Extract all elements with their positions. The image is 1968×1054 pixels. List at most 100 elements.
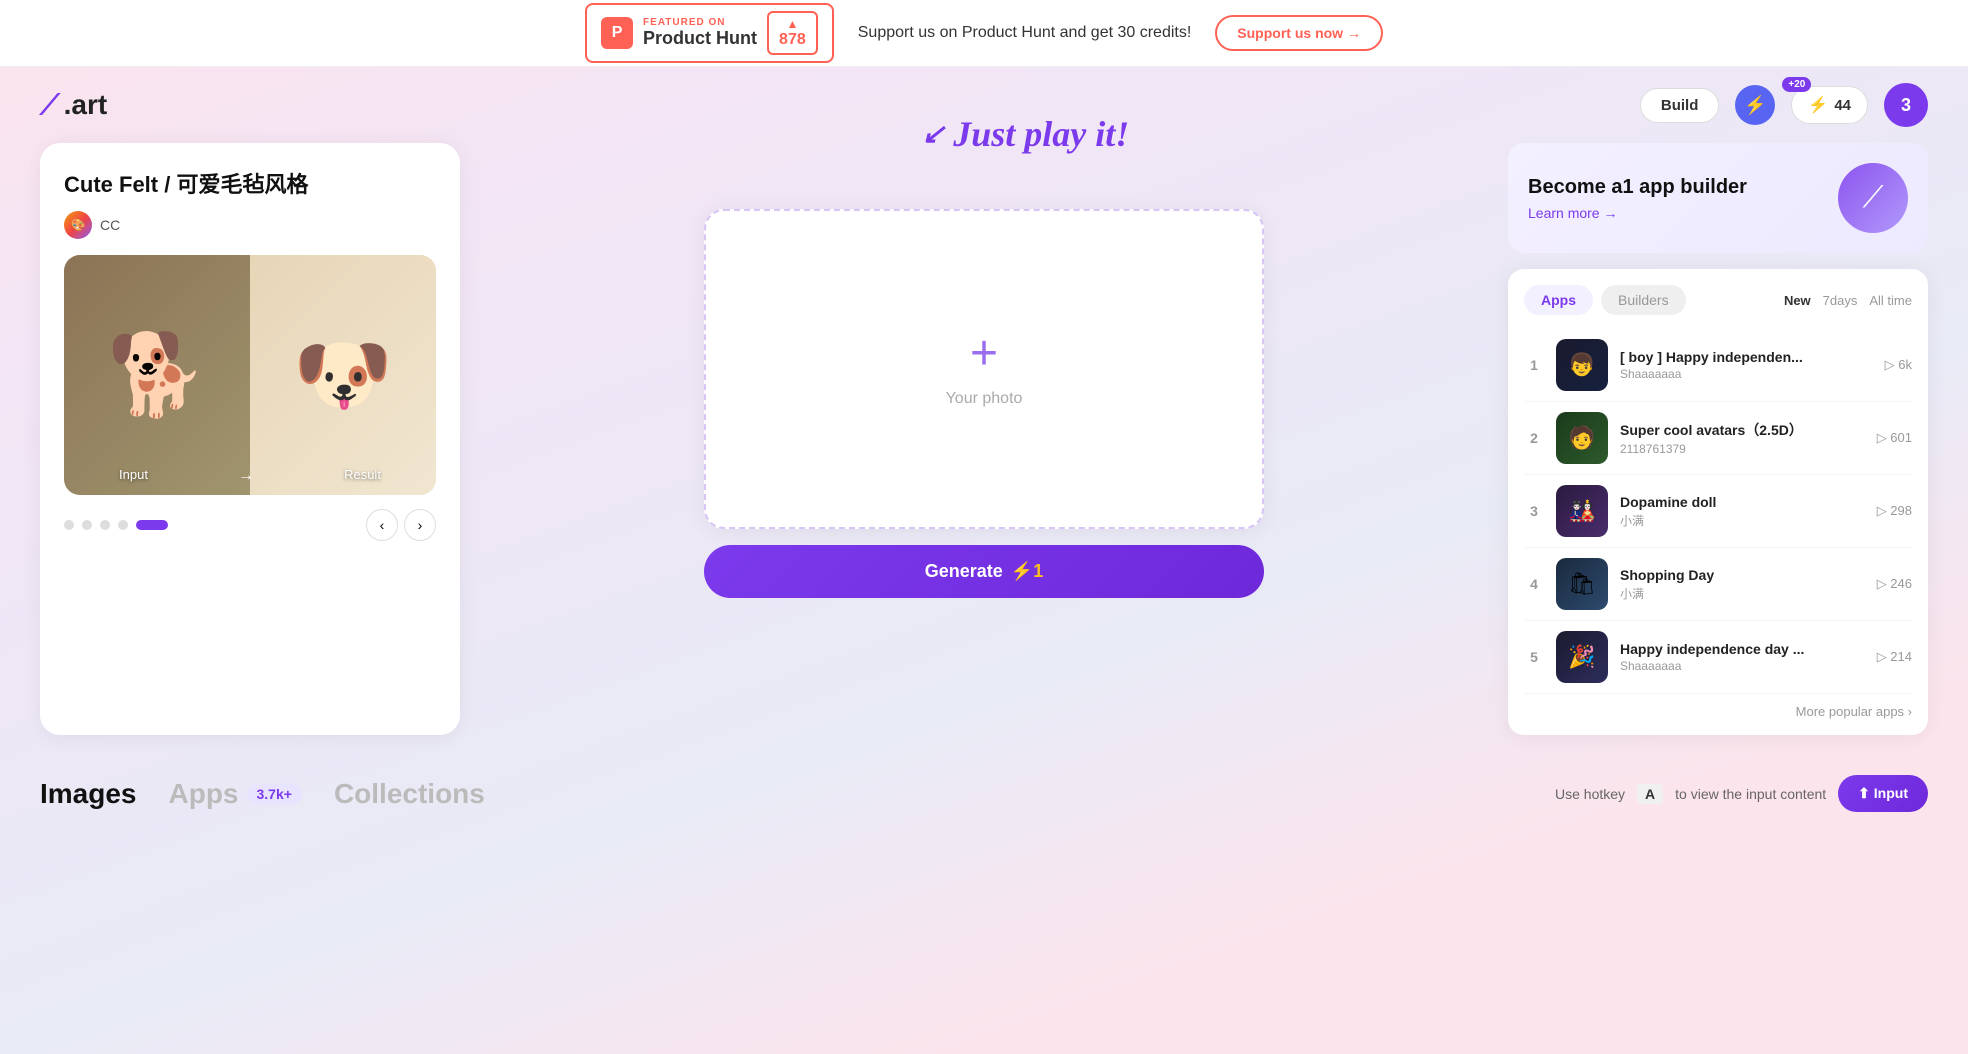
- time-group: New 7days All time: [1784, 293, 1912, 308]
- main-content: Cute Felt / 可爱毛毡风格 🎨 CC 🐕 🐶 Input → Resu…: [0, 143, 1968, 755]
- input-label: Input: [119, 467, 148, 485]
- banner-description: Support us on Product Hunt and get 30 cr…: [858, 24, 1192, 42]
- author-avatar: 🎨: [64, 211, 92, 239]
- tab-apps-bottom[interactable]: Apps 3.7k+: [169, 778, 302, 810]
- author-row: 🎨 CC: [64, 211, 436, 239]
- item-plays-5: ▷ 214: [1877, 649, 1912, 665]
- thumb-1: 👦: [1556, 339, 1608, 391]
- more-apps-link[interactable]: More popular apps ›: [1524, 694, 1912, 719]
- tab-group: Apps Builders: [1524, 285, 1686, 315]
- result-label: Result: [344, 467, 381, 485]
- credits-count: 44: [1834, 97, 1851, 114]
- avatar-button[interactable]: 3: [1884, 83, 1928, 127]
- support-now-button[interactable]: Support us now →: [1215, 15, 1383, 51]
- rank-4: 4: [1524, 576, 1544, 592]
- ph-logo-icon: P: [601, 17, 633, 49]
- leaderboard: Apps Builders New 7days All time 1 👦 [ b…: [1508, 269, 1928, 735]
- upload-area[interactable]: + Your photo: [704, 209, 1264, 529]
- ph-upvote-box: ▲ 878: [767, 11, 818, 55]
- header-right: Build ⚡ +20 ⚡ 44 3: [1640, 83, 1928, 127]
- generate-button[interactable]: Generate ⚡1: [704, 545, 1264, 598]
- item-name-1: [ boy ] Happy independen...: [1620, 349, 1873, 365]
- item-info-3: Dopamine doll 小满: [1620, 494, 1865, 529]
- item-plays-3: ▷ 298: [1877, 503, 1912, 519]
- logo-text: .art: [64, 89, 108, 121]
- tab-builders[interactable]: Builders: [1601, 285, 1686, 315]
- promo-icon: ⟋: [1838, 163, 1908, 233]
- generate-cost: ⚡1: [1011, 561, 1043, 582]
- preview-result: 🐶: [250, 255, 436, 495]
- bottom-right: Use hotkey A to view the input content ⬆…: [1555, 775, 1928, 812]
- thumb-3: 🎎: [1556, 485, 1608, 537]
- dot-2[interactable]: [82, 520, 92, 530]
- bottom-tabs: Images Apps 3.7k+ Collections Use hotkey…: [40, 775, 1928, 812]
- app-title: Cute Felt / 可爱毛毡风格: [64, 167, 436, 199]
- item-info-4: Shopping Day 小满: [1620, 567, 1865, 602]
- product-hunt-badge[interactable]: P FEATURED ON Product Hunt ▲ 878: [585, 3, 834, 63]
- rank-3: 3: [1524, 503, 1544, 519]
- item-name-4: Shopping Day: [1620, 567, 1865, 583]
- discord-button[interactable]: ⚡: [1735, 85, 1775, 125]
- leaderboard-item-5[interactable]: 5 🎉 Happy independence day ... Shaaaaaaa…: [1524, 621, 1912, 694]
- carousel-nav: ‹ ›: [366, 509, 436, 541]
- leaderboard-header: Apps Builders New 7days All time: [1524, 285, 1912, 315]
- item-plays-1: ▷ 6k: [1885, 357, 1912, 373]
- hotkey-prefix: Use hotkey: [1555, 786, 1625, 802]
- leaderboard-item-2[interactable]: 2 🧑 Super cool avatars（2.5D） 2118761379 …: [1524, 402, 1912, 475]
- item-plays-4: ▷ 246: [1877, 576, 1912, 592]
- preview-input: 🐕: [64, 255, 250, 495]
- leaderboard-item-4[interactable]: 4 🛍 Shopping Day 小满 ▷ 246: [1524, 548, 1912, 621]
- credits-button[interactable]: +20 ⚡ 44: [1791, 86, 1868, 124]
- bottom-section: Images Apps 3.7k+ Collections Use hotkey…: [0, 755, 1968, 812]
- rank-5: 5: [1524, 649, 1544, 665]
- ph-featured-label: FEATURED ON: [643, 17, 757, 28]
- author-name: CC: [100, 217, 120, 233]
- thumb-5: 🎉: [1556, 631, 1608, 683]
- item-author-3: 小满: [1620, 512, 1865, 529]
- discord-icon: ⚡: [1744, 95, 1766, 116]
- dot-3[interactable]: [100, 520, 110, 530]
- leaderboard-item[interactable]: 1 👦 [ boy ] Happy independen... Shaaaaaa…: [1524, 329, 1912, 402]
- item-author-1: Shaaaaaaa: [1620, 367, 1873, 381]
- time-7days[interactable]: 7days: [1823, 293, 1858, 308]
- hotkey-suffix: to view the input content: [1675, 786, 1826, 802]
- item-info-2: Super cool avatars（2.5D） 2118761379: [1620, 420, 1865, 456]
- left-panel: Cute Felt / 可爱毛毡风格 🎨 CC 🐕 🐶 Input → Resu…: [40, 143, 460, 735]
- dot-4[interactable]: [118, 520, 128, 530]
- just-play-label: ↙ Just play it!: [922, 113, 1130, 155]
- input-button[interactable]: ⬆ Input: [1838, 775, 1928, 812]
- ph-count: 878: [779, 31, 806, 49]
- item-plays-2: ▷ 601: [1877, 430, 1912, 446]
- center-panel: ↙ Just play it! + Your photo Generate ⚡1: [484, 143, 1484, 735]
- rank-2: 2: [1524, 430, 1544, 446]
- just-play-text: Just play it!: [953, 113, 1129, 155]
- tab-apps[interactable]: Apps: [1524, 285, 1593, 315]
- dot-1[interactable]: [64, 520, 74, 530]
- leaderboard-item-3[interactable]: 3 🎎 Dopamine doll 小满 ▷ 298: [1524, 475, 1912, 548]
- upload-text: Your photo: [946, 390, 1023, 408]
- logo-icon: ⟋: [40, 89, 60, 122]
- tab-collections[interactable]: Collections: [334, 778, 485, 810]
- time-all[interactable]: All time: [1869, 293, 1912, 308]
- item-info-1: [ boy ] Happy independen... Shaaaaaaa: [1620, 349, 1873, 381]
- carousel-next[interactable]: ›: [404, 509, 436, 541]
- arrow-deco: ↙: [922, 117, 945, 151]
- build-button[interactable]: Build: [1640, 88, 1720, 123]
- ph-name-label: Product Hunt: [643, 28, 757, 49]
- item-author-4: 小满: [1620, 585, 1865, 602]
- logo[interactable]: ⟋ .art: [40, 89, 107, 122]
- tab-images[interactable]: Images: [40, 778, 137, 810]
- dot-5-active[interactable]: [136, 520, 168, 530]
- promo-text: Become a1 app builder Learn more →: [1528, 176, 1747, 221]
- carousel-prev[interactable]: ‹: [366, 509, 398, 541]
- promo-link[interactable]: Learn more →: [1528, 205, 1747, 221]
- top-banner: P FEATURED ON Product Hunt ▲ 878 Support…: [0, 0, 1968, 67]
- promo-title: Become a1 app builder: [1528, 176, 1747, 199]
- apps-count-badge: 3.7k+: [247, 784, 302, 804]
- thumb-2: 🧑: [1556, 412, 1608, 464]
- item-info-5: Happy independence day ... Shaaaaaaa: [1620, 641, 1865, 673]
- time-new[interactable]: New: [1784, 293, 1811, 308]
- item-name-3: Dopamine doll: [1620, 494, 1865, 510]
- bolt-icon: ⚡: [1808, 95, 1828, 115]
- item-author-5: Shaaaaaaa: [1620, 659, 1865, 673]
